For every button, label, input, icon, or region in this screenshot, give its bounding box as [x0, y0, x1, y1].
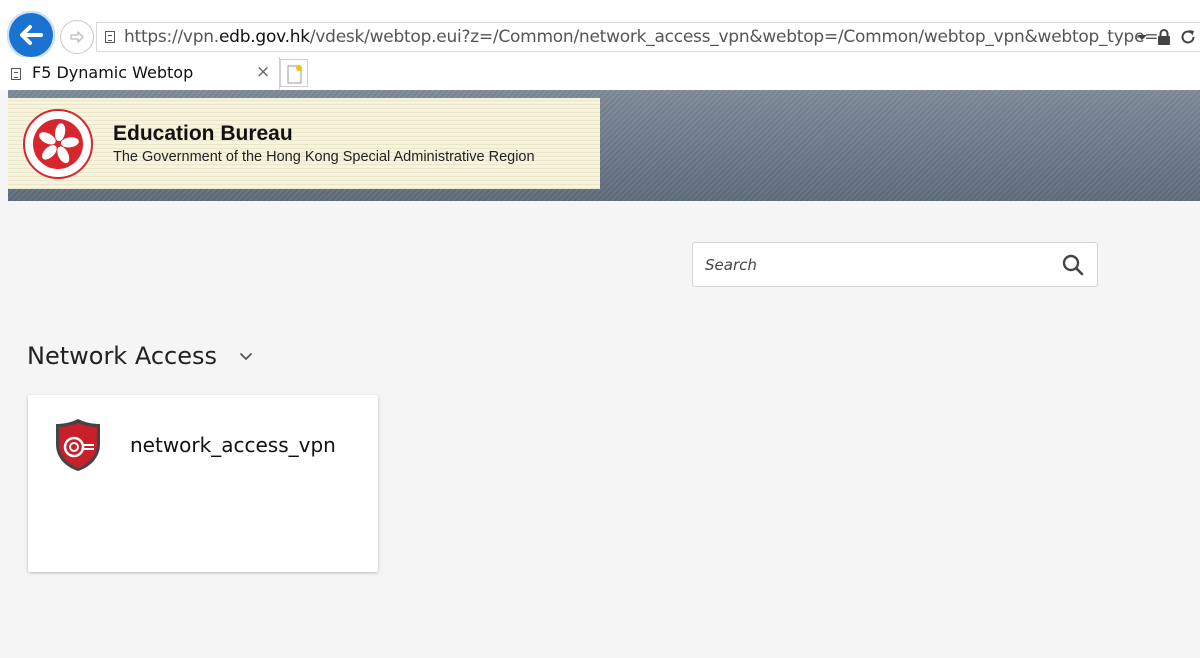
forward-button[interactable] [60, 20, 94, 54]
address-bar[interactable]: https://vpn.edb.gov.hk/vdesk/webtop.eui?… [96, 22, 1200, 52]
tab-title: F5 Dynamic Webtop [32, 63, 194, 82]
network-access-shield-icon [56, 419, 100, 471]
tab-strip: F5 Dynamic Webtop × [0, 57, 1200, 90]
new-tab-icon [287, 65, 302, 84]
tab-page-icon [11, 68, 21, 80]
search-icon[interactable] [1061, 253, 1085, 277]
header-banner: Education Bureau The Government of the H… [8, 90, 1200, 201]
back-button[interactable] [7, 11, 55, 59]
page-icon [105, 31, 115, 43]
hksar-emblem-icon [23, 109, 93, 179]
app-tile[interactable]: network_access_vpn [28, 395, 378, 572]
url-text[interactable]: https://vpn.edb.gov.hk/vdesk/webtop.eui?… [124, 27, 1159, 47]
search-box [692, 242, 1098, 287]
org-subtitle: The Government of the Hong Kong Special … [113, 149, 535, 165]
url-dropdown-icon[interactable] [1137, 35, 1147, 40]
refresh-icon[interactable] [1179, 28, 1197, 46]
forward-arrow-icon [70, 31, 84, 43]
tab-close-icon[interactable]: × [256, 62, 270, 82]
tab-f5-dynamic-webtop[interactable]: F5 Dynamic Webtop × [0, 57, 280, 90]
app-label[interactable]: network_access_vpn [130, 433, 336, 457]
browser-toolbar: https://vpn.edb.gov.hk/vdesk/webtop.eui?… [0, 0, 1200, 59]
back-arrow-icon [20, 25, 43, 45]
search-input[interactable] [705, 253, 1045, 277]
new-tab-button[interactable] [280, 59, 308, 87]
webtop-page: Education Bureau The Government of the H… [8, 90, 1200, 658]
lock-icon[interactable] [1157, 28, 1171, 46]
logo-panel: Education Bureau The Government of the H… [8, 98, 600, 189]
section-header[interactable]: Network Access [27, 342, 252, 376]
chevron-down-icon[interactable] [239, 352, 253, 362]
section-title: Network Access [27, 342, 217, 370]
org-name: Education Bureau [113, 122, 293, 145]
